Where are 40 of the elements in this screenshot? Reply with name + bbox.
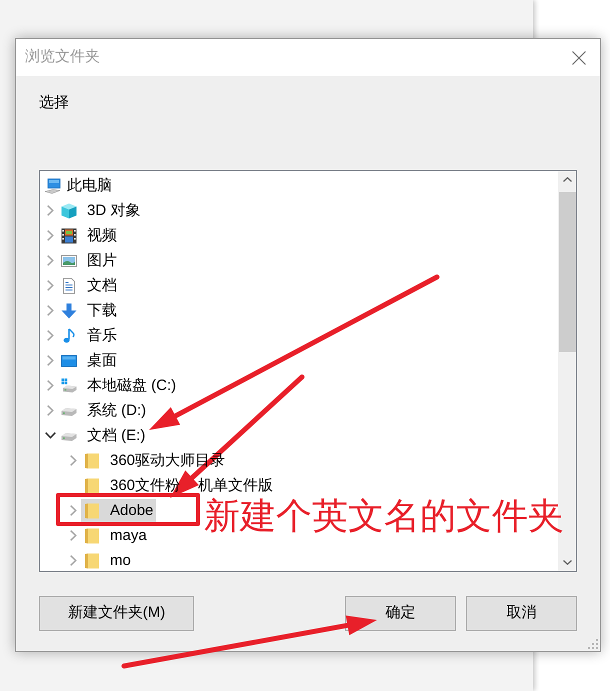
computer-icon bbox=[45, 178, 61, 194]
scroll-up-icon[interactable] bbox=[562, 177, 572, 182]
tree-item[interactable]: 系统 (D:) bbox=[58, 402, 150, 419]
tree-item[interactable]: 视频 bbox=[58, 227, 120, 244]
chevron-icon[interactable] bbox=[44, 432, 56, 439]
dialog-button[interactable]: 新建文件夹(M) bbox=[39, 596, 194, 631]
tree-item[interactable]: 桌面 bbox=[58, 352, 120, 369]
tree-item[interactable]: 3D 对象 bbox=[58, 202, 144, 219]
resize-grip-icon[interactable] bbox=[588, 639, 598, 649]
cube-icon bbox=[61, 202, 77, 218]
dialog-button[interactable]: 取消 bbox=[466, 596, 577, 631]
folder-icon bbox=[84, 502, 100, 518]
tree-item[interactable]: 此电脑 bbox=[42, 177, 115, 194]
drive-icon bbox=[61, 378, 77, 394]
close-icon[interactable] bbox=[572, 50, 586, 64]
folder-icon bbox=[84, 478, 100, 494]
folder-icon bbox=[84, 452, 100, 468]
tree-item[interactable]: mo bbox=[81, 552, 134, 569]
tree-item[interactable]: Adobe bbox=[81, 499, 156, 522]
tree-item[interactable]: maya bbox=[81, 527, 150, 544]
film-icon bbox=[61, 228, 77, 244]
scroll-down-icon[interactable] bbox=[562, 560, 572, 565]
tree-item[interactable]: 本地磁盘 (C:) bbox=[58, 377, 180, 394]
annotation-text: 新建个英文名的文件夹 bbox=[204, 497, 564, 535]
tree-item[interactable]: 文档 (E:) bbox=[58, 427, 148, 444]
music-note-icon bbox=[61, 328, 77, 344]
window-title: 浏览文件夹 bbox=[25, 47, 100, 68]
tree-item[interactable]: 音乐 bbox=[58, 327, 120, 344]
document-icon bbox=[61, 278, 77, 294]
tree-item[interactable]: 下载 bbox=[58, 302, 120, 319]
folder-icon bbox=[84, 528, 100, 544]
folder-icon bbox=[84, 552, 100, 568]
tree-item[interactable]: 文档 bbox=[58, 277, 120, 294]
dialog-button[interactable]: 确定 bbox=[345, 596, 456, 631]
prompt-label: 选择 bbox=[39, 93, 69, 113]
scrollbar-thumb[interactable] bbox=[558, 192, 576, 352]
down-arrow-icon bbox=[61, 302, 77, 318]
desktop-icon bbox=[61, 352, 77, 368]
picture-icon bbox=[61, 252, 77, 268]
tree-item[interactable]: 图片 bbox=[58, 252, 120, 269]
